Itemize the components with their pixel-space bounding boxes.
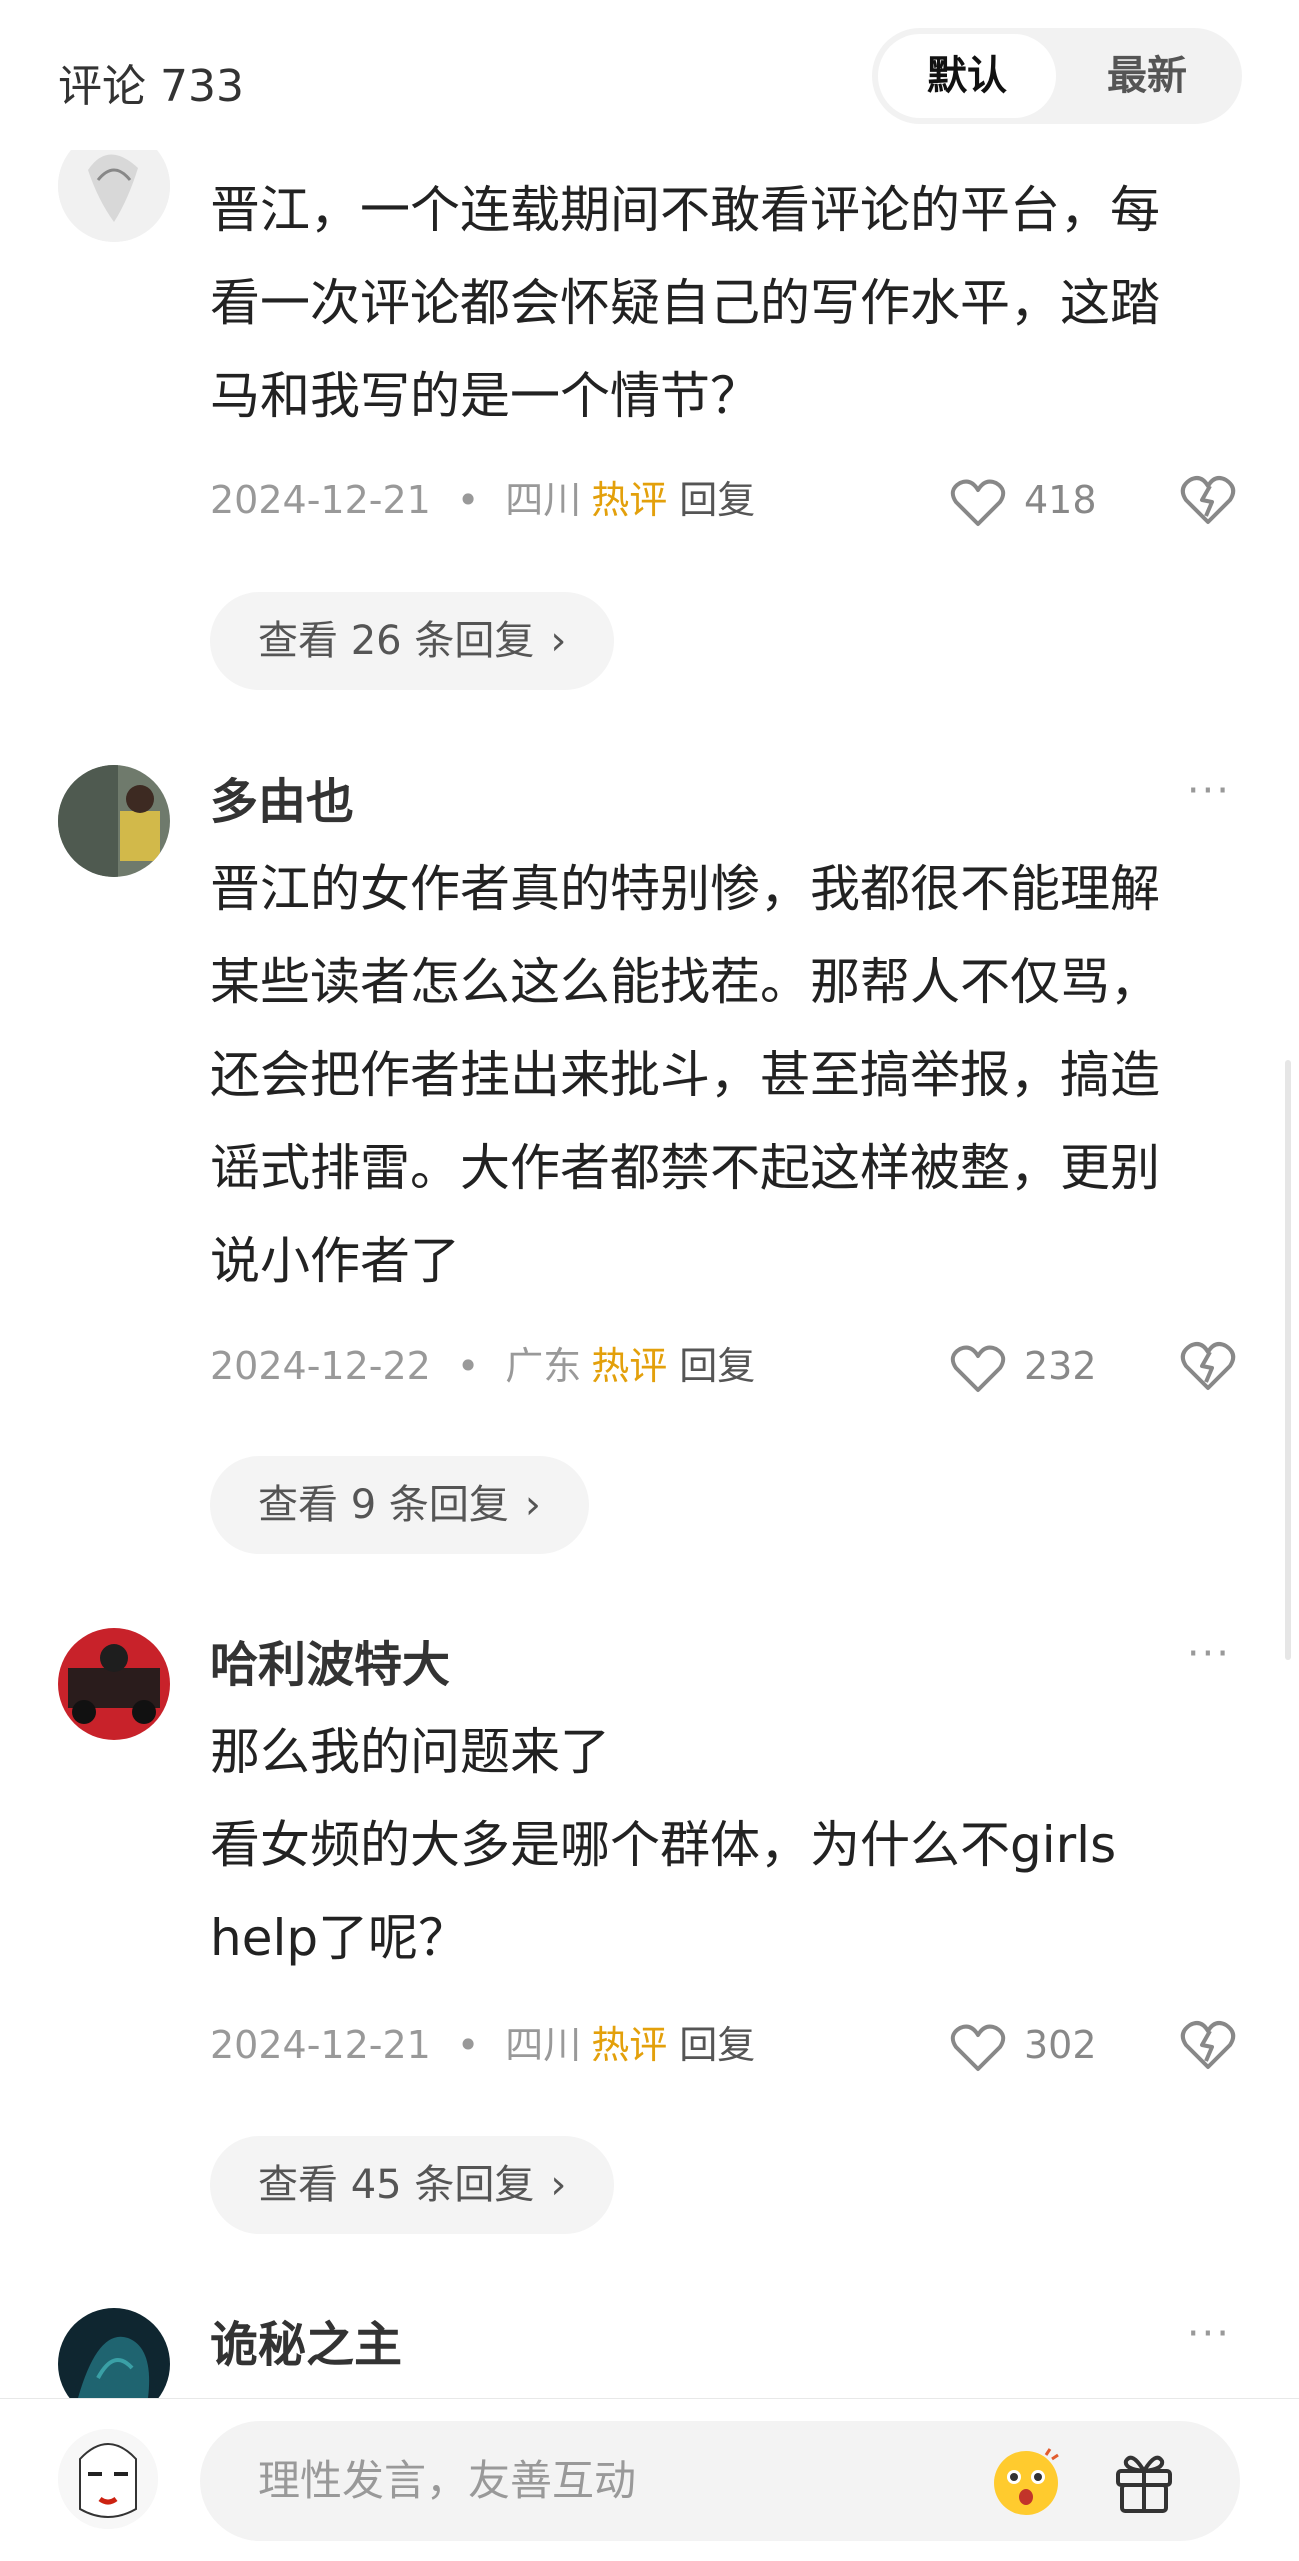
comment-text: 那么我的问题来了 看女频的大多是哪个群体，为什么不girls help了呢？	[210, 1723, 1117, 1967]
username[interactable]: 多由也	[210, 762, 354, 832]
dislike-button[interactable]	[1178, 2015, 1238, 2075]
sort-toggle: 默认 最新	[872, 28, 1242, 124]
comment-location: 四川	[505, 478, 582, 522]
broken-heart-icon	[1180, 2021, 1236, 2069]
chevron-right-icon: ›	[550, 2162, 567, 2208]
like-button[interactable]: 232	[950, 1336, 1097, 1396]
comments-count-title: 评论 733	[58, 61, 244, 112]
dislike-button[interactable]	[1178, 470, 1238, 530]
avatar-image	[58, 765, 170, 877]
heart-outline-icon	[950, 2024, 1006, 2071]
like-button[interactable]: 302	[950, 2015, 1097, 2075]
view-replies-button[interactable]: 查看 26 条回复 ›	[210, 592, 615, 690]
view-replies-label: 查看 45 条回复	[258, 2162, 535, 2208]
heart-outline-icon	[950, 1345, 1006, 1392]
comment-input-bar: 理性发言，友善互动	[0, 2398, 1299, 2561]
comment-meta: 2024-12-21 • 四川 热评 回复	[210, 470, 755, 530]
reply-link[interactable]: 回复	[679, 1336, 755, 1396]
like-button[interactable]: 418	[950, 470, 1097, 530]
chevron-right-icon: ›	[550, 618, 567, 664]
view-replies-label: 查看 9 条回复	[258, 1482, 509, 1528]
tab-default[interactable]: 默认	[878, 34, 1056, 118]
broken-heart-icon	[1180, 476, 1236, 524]
view-replies-button[interactable]: 查看 9 条回复 ›	[210, 1456, 589, 1554]
more-options-icon[interactable]: ···	[1187, 1631, 1231, 1677]
emoji-button[interactable]	[990, 2445, 1062, 2517]
comment-location: 广东	[505, 1344, 582, 1388]
more-options-icon[interactable]: ···	[1187, 768, 1231, 814]
my-avatar[interactable]	[58, 2429, 158, 2529]
comment-text: 晋江，一个连载期间不敢看评论的平台，每 看一次评论都会怀疑自己的写作水平，这踏 …	[210, 181, 1160, 425]
dislike-button[interactable]	[1178, 1336, 1238, 1396]
username[interactable]: 诡秘之主	[210, 2305, 402, 2375]
avatar-image	[58, 2429, 158, 2529]
reply-link[interactable]: 回复	[679, 470, 755, 530]
meta-separator: •	[456, 478, 480, 522]
tab-latest[interactable]: 最新	[1058, 34, 1236, 118]
heart-outline-icon	[950, 479, 1006, 526]
emoji-face-icon	[994, 2448, 1059, 2515]
comment-meta: 2024-12-21 • 四川 热评 回复	[210, 2015, 755, 2075]
gift-icon	[1116, 2455, 1172, 2513]
like-count: 302	[1024, 2023, 1097, 2067]
view-replies-label: 查看 26 条回复	[258, 618, 535, 664]
comment-meta: 2024-12-22 • 广东 热评 回复	[210, 1336, 755, 1396]
username[interactable]: 哈利波特大	[210, 1625, 450, 1695]
like-count: 418	[1024, 478, 1097, 522]
avatar[interactable]	[58, 765, 170, 877]
more-options-icon[interactable]: ···	[1187, 2311, 1231, 2357]
comment-input[interactable]: 理性发言，友善互动	[200, 2421, 1240, 2541]
hot-comment-badge: 热评	[591, 1344, 668, 1388]
comment-date: 2024-12-22	[210, 1344, 431, 1388]
comment-input-placeholder: 理性发言，友善互动	[258, 2456, 637, 2505]
comments-header: 评论 733 默认 最新	[0, 0, 1299, 150]
comment-location: 四川	[505, 2023, 582, 2067]
avatar-image	[58, 1628, 170, 1740]
like-count: 232	[1024, 1344, 1097, 1388]
broken-heart-icon	[1180, 1342, 1236, 1390]
meta-separator: •	[456, 1344, 480, 1388]
view-replies-button[interactable]: 查看 45 条回复 ›	[210, 2136, 615, 2234]
hot-comment-badge: 热评	[591, 2023, 668, 2067]
chevron-right-icon: ›	[524, 1482, 541, 1528]
comment-date: 2024-12-21	[210, 2023, 431, 2067]
gift-button[interactable]	[1108, 2445, 1180, 2517]
hot-comment-badge: 热评	[591, 478, 668, 522]
comment-text: 晋江的女作者真的特别惨，我都很不能理解 某些读者怎么这么能找茬。那帮人不仅骂， …	[210, 860, 1160, 1290]
comment-date: 2024-12-21	[210, 478, 431, 522]
meta-separator: •	[456, 2023, 480, 2067]
reply-link[interactable]: 回复	[679, 2015, 755, 2075]
scrollbar[interactable]	[1285, 1060, 1291, 1660]
avatar[interactable]	[58, 1628, 170, 1740]
